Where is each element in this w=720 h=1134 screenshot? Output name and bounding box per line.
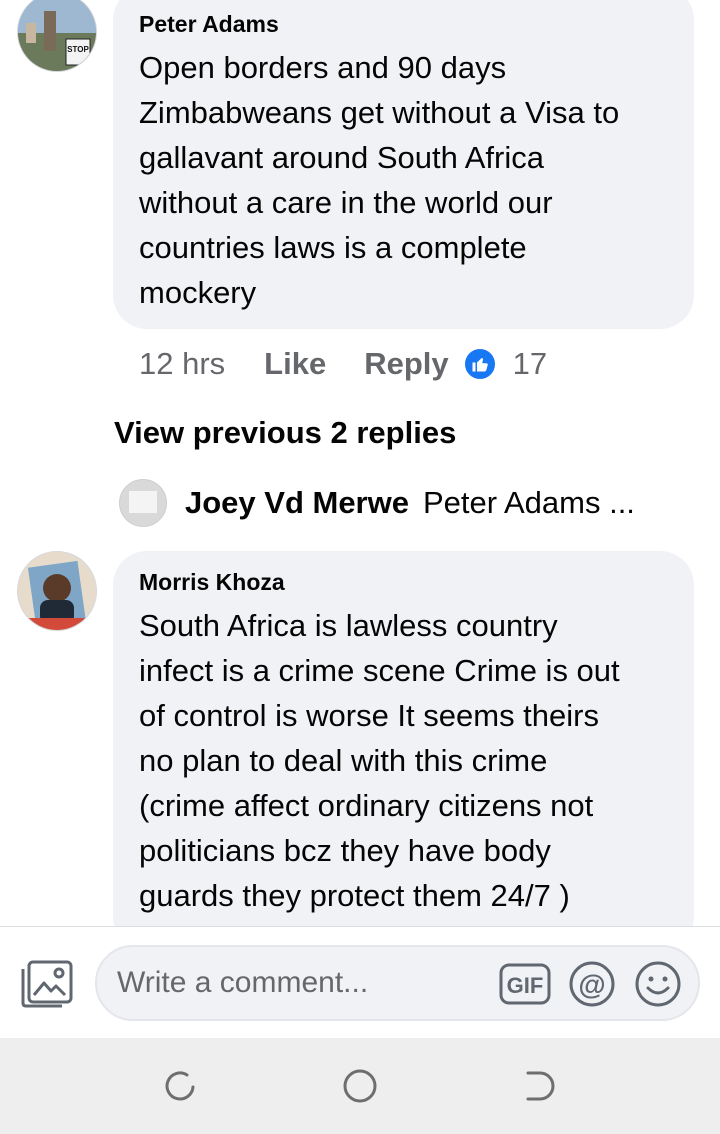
comment-line: countries laws is a complete <box>139 230 527 265</box>
comment-text: South Africa is lawless country infect i… <box>139 603 694 918</box>
comment-timestamp[interactable]: 12 hrs <box>139 346 225 382</box>
svg-text:@: @ <box>578 969 605 1000</box>
system-navigation-bar <box>0 1038 720 1134</box>
comment-input[interactable]: Write a comment... GIF @ <box>95 945 700 1021</box>
comment-line: (crime affect ordinary citizens not <box>139 788 594 823</box>
comment-text: Open borders and 90 days Zimbabweans get… <box>139 45 694 315</box>
comment-line: no plan to deal with this crime <box>139 743 548 778</box>
gif-label: GIF <box>507 973 544 998</box>
avatar-photo: STOP <box>18 0 96 71</box>
comment-bubble[interactable]: Morris Khoza South Africa is lawless cou… <box>113 551 694 951</box>
back-icon[interactable] <box>520 1066 558 1111</box>
comment-line: infect is a crime scene Crime is out <box>139 653 620 688</box>
comment-line: Open borders and 90 days <box>139 50 507 85</box>
photo-icon[interactable] <box>20 959 74 1014</box>
reply-author[interactable]: Joey Vd Merwe <box>185 485 409 521</box>
avatar-joey-vd-merwe[interactable] <box>119 479 167 527</box>
mention-icon[interactable]: @ <box>566 961 618 1012</box>
comment-author[interactable]: Morris Khoza <box>139 568 694 596</box>
like-reaction-icon[interactable] <box>462 347 497 381</box>
comment-bubble[interactable]: Peter Adams Open borders and 90 days Zim… <box>113 0 694 329</box>
comment-line: mockery <box>139 275 257 310</box>
like-button[interactable]: Like <box>264 346 326 382</box>
comment-line: Zimbabweans get without a Visa to <box>139 95 620 130</box>
comment-line: without a care in the world our <box>139 185 553 220</box>
view-previous-replies-link[interactable]: View previous 2 replies <box>114 412 456 454</box>
comment-line: of control is worse It seems theirs <box>139 698 599 733</box>
comment-line: South Africa is lawless country <box>139 608 558 643</box>
comment-actions: 12 hrs Like Reply 17 <box>139 342 547 386</box>
reply-preview[interactable]: Joey Vd Merwe Peter Adams ... <box>119 478 635 528</box>
reply-snippet: Peter Adams ... <box>422 485 635 520</box>
emoji-icon[interactable] <box>633 961 683 1012</box>
avatar-image <box>129 491 157 513</box>
comment-input-placeholder: Write a comment... <box>117 966 369 999</box>
avatar-photo <box>18 552 96 630</box>
comment-author[interactable]: Peter Adams <box>139 10 694 38</box>
reply-button[interactable]: Reply <box>364 346 448 382</box>
reaction-count[interactable]: 17 <box>513 346 547 382</box>
comment-composer: Write a comment... GIF @ <box>0 926 720 1039</box>
recent-apps-icon[interactable] <box>161 1066 199 1111</box>
avatar-peter-adams[interactable]: STOP <box>17 0 97 72</box>
avatar-sign-text: STOP <box>67 45 89 54</box>
gif-icon[interactable]: GIF <box>498 961 552 1012</box>
comment-line: politicians bcz they have body <box>139 833 551 868</box>
comment-line: guards they protect them 24/7 ) <box>139 878 570 913</box>
avatar-morris-khoza[interactable] <box>17 551 97 631</box>
home-icon[interactable] <box>340 1066 380 1111</box>
comment-line: gallavant around South Africa <box>139 140 544 175</box>
